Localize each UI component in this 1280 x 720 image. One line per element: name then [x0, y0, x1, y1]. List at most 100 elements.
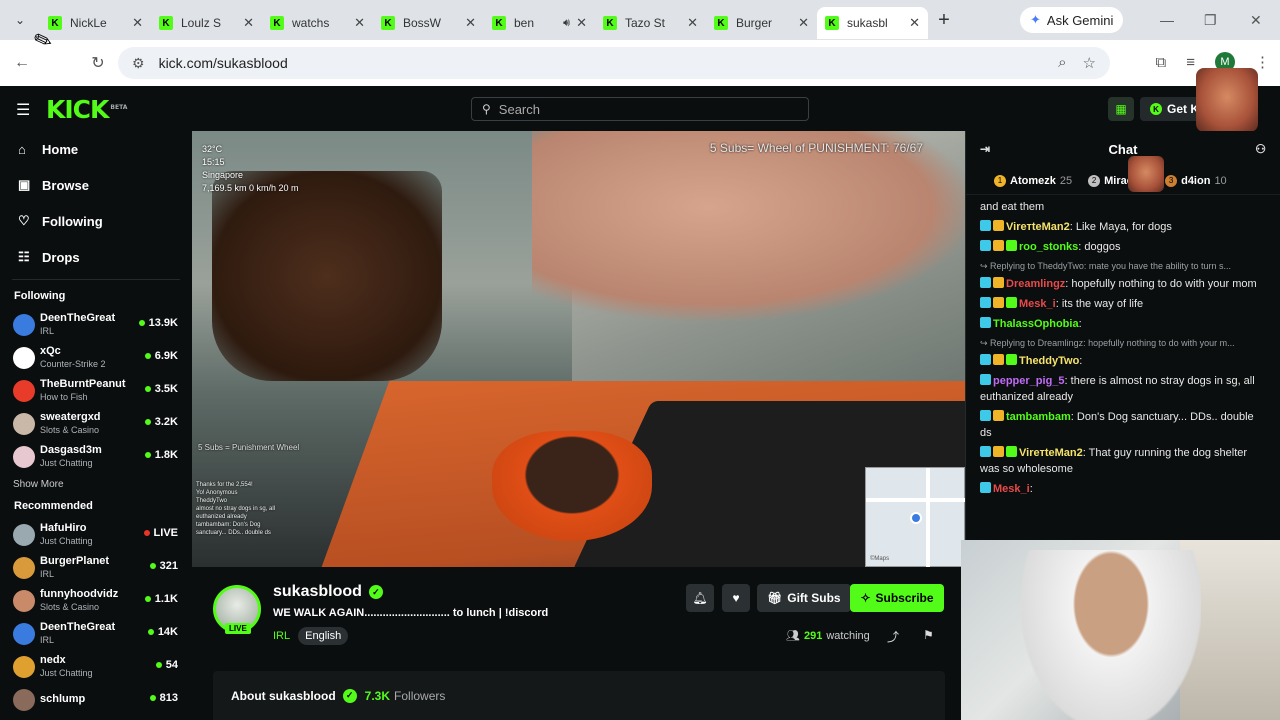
- chat-username[interactable]: VirетteMan2: [1019, 447, 1083, 459]
- tab-close-icon[interactable]: ✕: [909, 15, 920, 31]
- tab-close-icon[interactable]: ✕: [576, 15, 587, 31]
- tab-title: Loulz S: [181, 16, 222, 30]
- tab-close-icon[interactable]: ✕: [243, 15, 254, 31]
- video-player[interactable]: 32°C 15:15 Singapore 7,169.5 km 0 km/h 20 m…: [192, 131, 965, 567]
- back-icon[interactable]: ←: [4, 54, 40, 72]
- restore-icon[interactable]: ❐: [1204, 12, 1217, 29]
- chat-username[interactable]: TheddyTwo: [1019, 355, 1079, 367]
- tab-title: watchs: [292, 16, 330, 30]
- collapse-chat-icon[interactable]: ⇥: [980, 142, 990, 156]
- zoom-icon[interactable]: ⌕: [1058, 54, 1066, 72]
- tab-close-icon[interactable]: ✕: [354, 15, 365, 31]
- channel-text: schlump: [40, 693, 85, 706]
- overlay-chat-line: tambambam: Don's Dog: [196, 522, 261, 528]
- close-window-icon[interactable]: ✕: [1250, 12, 1262, 29]
- chat-username[interactable]: tambambam: [1006, 411, 1071, 423]
- gift-subs-button[interactable]: 🎁︎ Gift Subs: [757, 584, 851, 612]
- site-settings-icon[interactable]: ⚙: [132, 55, 145, 72]
- viewer-count-value: 6.9K: [154, 350, 178, 362]
- browser-tab[interactable]: K BossW ✕: [373, 7, 484, 39]
- chat-username[interactable]: VirетteMan2: [1006, 221, 1070, 233]
- search-input[interactable]: ⚲ Search: [471, 97, 809, 121]
- browser-tab[interactable]: Kwatchs ✕: [262, 7, 373, 39]
- browser-tab[interactable]: Kben 🔊︎ ✕: [484, 7, 595, 39]
- live-dot-icon: [147, 629, 154, 635]
- studio-icon[interactable]: ▦: [1108, 97, 1134, 121]
- streamer-name[interactable]: sukasblood ✓: [273, 583, 383, 601]
- sidebar-item-home[interactable]: ⌂ Home: [0, 131, 192, 167]
- channel-item[interactable]: BurgerPlanet IRL 321: [0, 551, 192, 584]
- sidebar-nav: ⌂ Home ▣ Browse ♡ Following ☷ Drops: [0, 131, 192, 275]
- channel-item[interactable]: TheBurntPeanut How to Fish 3.5K: [0, 374, 192, 407]
- chat-username[interactable]: roo_stonks: [1019, 241, 1078, 253]
- share-icon[interactable]: ⤴: [887, 628, 899, 645]
- minimize-icon[interactable]: —: [1160, 12, 1174, 28]
- subscribe-button[interactable]: ✧ Subscribe: [850, 584, 944, 612]
- chat-badge-icon: [993, 410, 1004, 421]
- chat-badge-icon: [980, 446, 991, 457]
- tab-close-icon[interactable]: ✕: [465, 15, 476, 31]
- chat-users-icon[interactable]: ⚇: [1255, 142, 1266, 156]
- language-tag[interactable]: English: [298, 627, 349, 645]
- top-gifter[interactable]: 1 Atomezk 25: [994, 174, 1072, 187]
- browser-tab[interactable]: K Tazo St ✕: [595, 7, 706, 39]
- browser-tab[interactable]: Ksukasbl ✕: [817, 7, 928, 39]
- chat-username[interactable]: Mesk_i: [1019, 298, 1056, 310]
- show-more-link[interactable]: Show More: [0, 479, 192, 490]
- chat-badge-icon: [1006, 446, 1017, 457]
- overlay-chat-line: Yo! Anonymous: [196, 490, 238, 496]
- reload-icon[interactable]: ↻: [80, 53, 116, 73]
- rank-badge-icon: 1: [994, 174, 1006, 187]
- channel-item[interactable]: sweatergxd Slots & Casino 3.2K: [0, 407, 192, 440]
- channel-item[interactable]: nedx Just Chatting 54: [0, 650, 192, 683]
- bookmark-star-icon[interactable]: ☆: [1083, 54, 1096, 72]
- viewer-count: 813: [149, 692, 178, 704]
- kick-favicon-icon: K: [381, 16, 395, 30]
- channel-name: TheBurntPeanut: [40, 378, 126, 390]
- browser-tab[interactable]: K Burger ✕: [706, 7, 817, 39]
- browser-tab[interactable]: K Loulz S ✕: [151, 7, 262, 39]
- channel-item[interactable]: DeenTheGreat IRL 13.9K: [0, 308, 192, 341]
- tab-close-icon[interactable]: ✕: [798, 15, 809, 31]
- channel-item[interactable]: funnyhoodvidz Slots & Casino 1.1K: [0, 584, 192, 617]
- overlay-chat-line: Thanks for the 2,554!: [196, 482, 253, 488]
- media-control-icon[interactable]: ≡: [1186, 54, 1195, 71]
- extensions-icon[interactable]: ⧉: [1156, 54, 1167, 71]
- channel-item[interactable]: Dasgasd3m Just Chatting 1.8K: [0, 440, 192, 473]
- video-hand: [532, 131, 965, 321]
- viewer-count-value: 813: [159, 692, 178, 704]
- channel-text: HafuHiro Just Chatting: [40, 522, 93, 547]
- weather-overlay: 32°C 15:15 Singapore 7,169.5 km 0 km/h 20 m: [202, 143, 299, 195]
- sidebar-item-drops[interactable]: ☷ Drops: [0, 239, 192, 275]
- channel-item[interactable]: schlump 813: [0, 683, 192, 716]
- sidebar-item-browse[interactable]: ▣ Browse: [0, 167, 192, 203]
- tab-close-icon[interactable]: ✕: [132, 15, 143, 31]
- kick-logo[interactable]: KICK BETA: [46, 95, 127, 124]
- ask-gemini-button[interactable]: ✦ Ask Gemini: [1020, 7, 1124, 33]
- category-link[interactable]: IRL: [273, 630, 290, 642]
- chat-username[interactable]: ThalassOphobia: [993, 318, 1079, 330]
- channel-item[interactable]: HafuHiro Just Chatting LIVE: [0, 518, 192, 551]
- sidebar-item-label: Following: [42, 213, 103, 229]
- menu-icon[interactable]: ☰: [16, 100, 30, 120]
- channel-item[interactable]: DeenTheGreat IRL 14K: [0, 617, 192, 650]
- chat-username[interactable]: Dreamlingz: [1006, 278, 1065, 290]
- speaker-icon[interactable]: 🔊︎: [563, 17, 570, 30]
- report-icon[interactable]: ⚑: [923, 628, 934, 642]
- kick-favicon-icon: K: [48, 16, 62, 30]
- chat-username[interactable]: Mesk_i: [993, 483, 1030, 495]
- new-tab-button[interactable]: +: [928, 9, 960, 32]
- notification-bell-button[interactable]: 🔔︎: [686, 584, 714, 612]
- browser-menu-icon[interactable]: ⋮: [1255, 53, 1270, 71]
- url-bar[interactable]: ⚙ kick.com/sukasblood ⌕ ☆: [118, 47, 1110, 79]
- viewer-count: 14K: [147, 626, 178, 638]
- top-gifter[interactable]: 3 d4ion 10: [1165, 174, 1227, 187]
- chat-username[interactable]: pepper_pig_5: [993, 375, 1065, 387]
- channel-item[interactable]: xQc Counter-Strike 2 6.9K: [0, 341, 192, 374]
- tab-close-icon[interactable]: ✕: [687, 15, 698, 31]
- sidebar-item-following[interactable]: ♡ Following: [0, 203, 192, 239]
- follow-button[interactable]: ♥: [722, 584, 750, 612]
- viewer-count-value: 14K: [157, 626, 178, 638]
- browser-tab[interactable]: K NickLe ✕: [40, 7, 151, 39]
- chat-message: VirетteMan2: That guy running the dog sh…: [980, 446, 1248, 475]
